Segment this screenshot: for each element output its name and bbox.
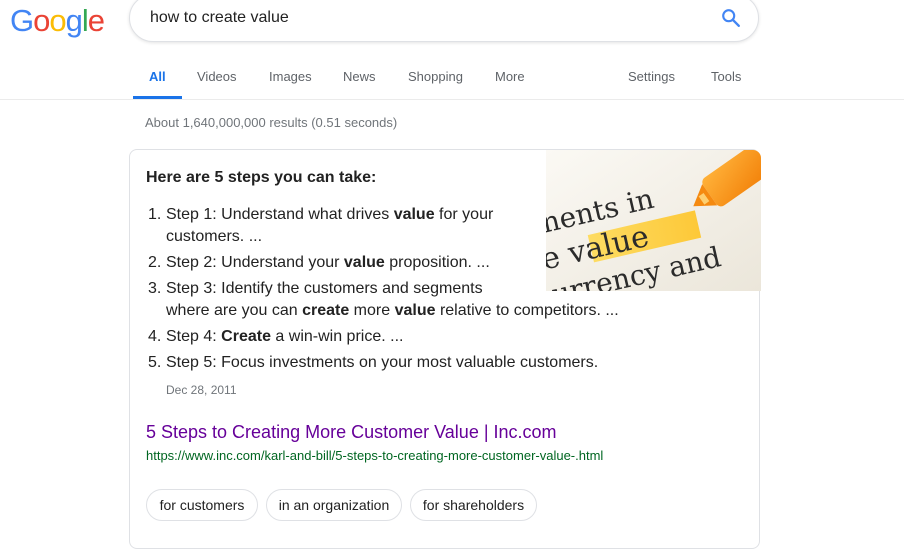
step-item: 5. Step 5: Focus investments on your mos… (148, 352, 619, 374)
step-text: Step 5: Focus investments on your most v… (166, 354, 599, 371)
step-item: 2. Step 2: Understand your value proposi… (148, 252, 619, 274)
tab-settings[interactable]: Settings (628, 69, 675, 84)
tab-all[interactable]: All (149, 69, 166, 84)
search-icon[interactable] (720, 7, 742, 29)
result-stats: About 1,640,000,000 results (0.51 second… (145, 115, 398, 130)
step-text: a win-win price. ... (270, 328, 404, 345)
step-bold: Create (221, 328, 271, 345)
step-item: 3. Step 3: Identify the customers and se… (148, 278, 619, 322)
chip-for-shareholders[interactable]: for shareholders (410, 489, 537, 521)
step-text: customers. ... (166, 228, 263, 245)
step-number: 3. (148, 280, 162, 297)
result-url: https://www.inc.com/karl-and-bill/5-step… (146, 448, 604, 463)
step-text: proposition. ... (384, 254, 490, 271)
chip-in-an-organization[interactable]: in an organization (266, 489, 402, 521)
step-item: 4. Step 4: Create a win-win price. ... (148, 326, 619, 348)
step-number: 4. (148, 328, 162, 345)
step-number: 5. (148, 354, 162, 371)
step-bold: value (393, 206, 435, 223)
step-text: more (349, 302, 395, 319)
step-text: Step 4: (166, 328, 222, 345)
result-title-link[interactable]: 5 Steps to Creating More Customer Value … (146, 422, 557, 443)
step-text: where are you can (166, 302, 303, 319)
tab-news[interactable]: News (343, 69, 376, 84)
step-text: relative to competitors. ... (435, 302, 619, 319)
logo-letter: o (33, 3, 50, 38)
active-tab-indicator (133, 96, 182, 99)
snippet-date: Dec 28, 2011 (166, 383, 237, 397)
search-tabs: All Videos Images News Shopping More Set… (0, 60, 904, 100)
search-input[interactable] (150, 9, 690, 27)
tab-more[interactable]: More (495, 69, 525, 84)
step-number: 2. (148, 254, 162, 271)
chip-for-customers[interactable]: for customers (146, 489, 258, 521)
logo-letter: G (10, 3, 34, 38)
logo-letter: g (65, 3, 83, 38)
step-number: 1. (148, 206, 162, 223)
step-bold: create (302, 302, 350, 319)
steps-list: 1. Step 1: Understand what drives value … (148, 204, 619, 378)
tab-shopping[interactable]: Shopping (408, 69, 463, 84)
step-text: Step 3: Identify the customers and segme… (166, 280, 483, 297)
featured-snippet: nents in e value urrency and Here are 5 … (129, 149, 761, 549)
logo-letter: e (87, 3, 105, 38)
step-bold: value (394, 302, 436, 319)
logo-letter: o (49, 3, 66, 38)
snippet-heading: Here are 5 steps you can take: (146, 169, 377, 186)
search-box[interactable] (129, 0, 759, 42)
step-item: 1. Step 1: Understand what drives value … (148, 204, 619, 248)
step-bold: value (343, 254, 385, 271)
tab-images[interactable]: Images (269, 69, 312, 84)
step-text: Step 1: Understand what drives (166, 206, 394, 223)
tab-videos[interactable]: Videos (197, 69, 237, 84)
google-logo[interactable]: Google (10, 3, 105, 39)
step-text: for your (434, 206, 494, 223)
tab-tools[interactable]: Tools (711, 69, 741, 84)
step-text: Step 2: Understand your (166, 254, 344, 271)
